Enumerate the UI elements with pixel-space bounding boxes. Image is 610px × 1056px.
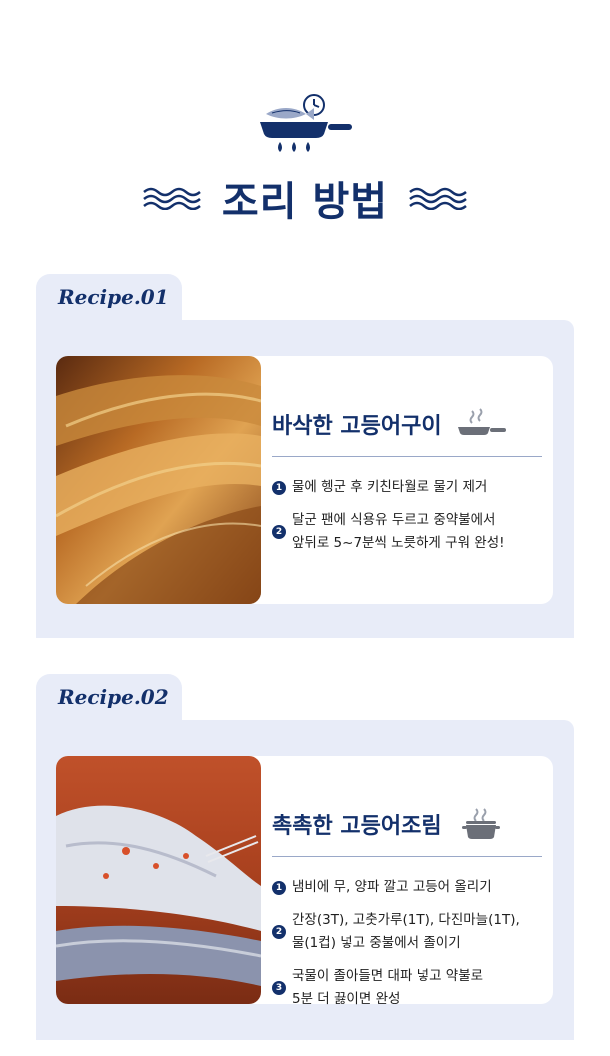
- recipe-step: 3 국물이 졸아들면 대파 넣고 약불로 5분 더 끓이면 완성: [272, 965, 548, 1011]
- step-text: 국물이 졸아들면 대파 넣고 약불로 5분 더 끓이면 완성: [292, 968, 484, 1007]
- braised-mackerel-photo: [56, 756, 261, 1004]
- step-number: 1: [272, 480, 286, 495]
- step-text: 물에 헹군 후 키친타월로 물기 제거: [292, 479, 488, 495]
- pot-icon: [461, 808, 500, 839]
- frying-pan-icon: [457, 408, 506, 435]
- step-number: 2: [272, 925, 286, 939]
- recipe-title: 촉촉한 고등어조림: [272, 814, 442, 839]
- recipe-steps: 1 냄비에 무, 양파 깔고 고등어 올리기 2 간장(3T), 고춧가루(1T…: [272, 876, 548, 1021]
- step-number: 1: [272, 880, 286, 895]
- page-header: 조리 방법: [0, 0, 610, 270]
- recipe-step: 2 달군 팬에 식용유 두르고 중약불에서 앞뒤로 5~7분씩 노릇하게 구워 …: [272, 509, 548, 555]
- divider: [272, 456, 542, 457]
- recipe-section-01: Recipe.01 바삭한 고등어구이 1 물에 헹군 후 키친타월로 물기 제…: [36, 274, 574, 640]
- page-title: 조리 방법: [221, 179, 389, 225]
- wave-icon: [409, 187, 467, 210]
- step-number: 2: [272, 525, 286, 539]
- recipe-step: 1 냄비에 무, 양파 깔고 고등어 올리기: [272, 876, 548, 899]
- step-text: 간장(3T), 고춧가루(1T), 다진마늘(1T), 물(1컵) 넣고 중불에…: [292, 912, 520, 951]
- grilled-mackerel-photo: [56, 356, 261, 604]
- step-text: 달군 팬에 식용유 두르고 중약불에서 앞뒤로 5~7분씩 노릇하게 구워 완성…: [292, 512, 505, 551]
- recipe-tab: Recipe.02: [36, 674, 182, 724]
- wave-icon: [143, 187, 201, 210]
- recipe-title: 바삭한 고등어구이: [272, 414, 442, 439]
- recipe-step: 1 물에 헹군 후 키친타월로 물기 제거: [272, 476, 548, 499]
- recipe-title-row: 촉촉한 고등어조림: [272, 804, 542, 844]
- recipe-panel: 촉촉한 고등어조림 1 냄비에 무, 양파 깔고 고등어 올리기 2 간장(3T…: [36, 720, 574, 1040]
- recipe-step: 2 간장(3T), 고춧가루(1T), 다진마늘(1T), 물(1컵) 넣고 중…: [272, 909, 548, 955]
- recipe-title-row: 바삭한 고등어구이: [272, 404, 542, 444]
- title-row: 조리 방법: [0, 168, 610, 228]
- recipe-steps: 1 물에 헹군 후 키친타월로 물기 제거 2 달군 팬에 식용유 두르고 중약…: [272, 476, 548, 565]
- step-number: 3: [272, 981, 286, 995]
- recipe-card: 바삭한 고등어구이 1 물에 헹군 후 키친타월로 물기 제거 2 달군 팬에 …: [56, 356, 553, 604]
- recipe-section-02: Recipe.02 촉촉한 고등어조림 1 냄비에 무, 양파 깔고 고등어 올…: [36, 674, 574, 1040]
- divider: [272, 856, 542, 857]
- recipe-tab-label: Recipe.01: [58, 285, 169, 309]
- fish-pan-clock-icon: [260, 94, 352, 152]
- recipe-tab-label: Recipe.02: [58, 685, 169, 709]
- step-text: 냄비에 무, 양파 깔고 고등어 올리기: [292, 879, 492, 895]
- recipe-panel: 바삭한 고등어구이 1 물에 헹군 후 키친타월로 물기 제거 2 달군 팬에 …: [36, 320, 574, 638]
- recipe-tab: Recipe.01: [36, 274, 182, 324]
- recipe-card: 촉촉한 고등어조림 1 냄비에 무, 양파 깔고 고등어 올리기 2 간장(3T…: [56, 756, 553, 1007]
